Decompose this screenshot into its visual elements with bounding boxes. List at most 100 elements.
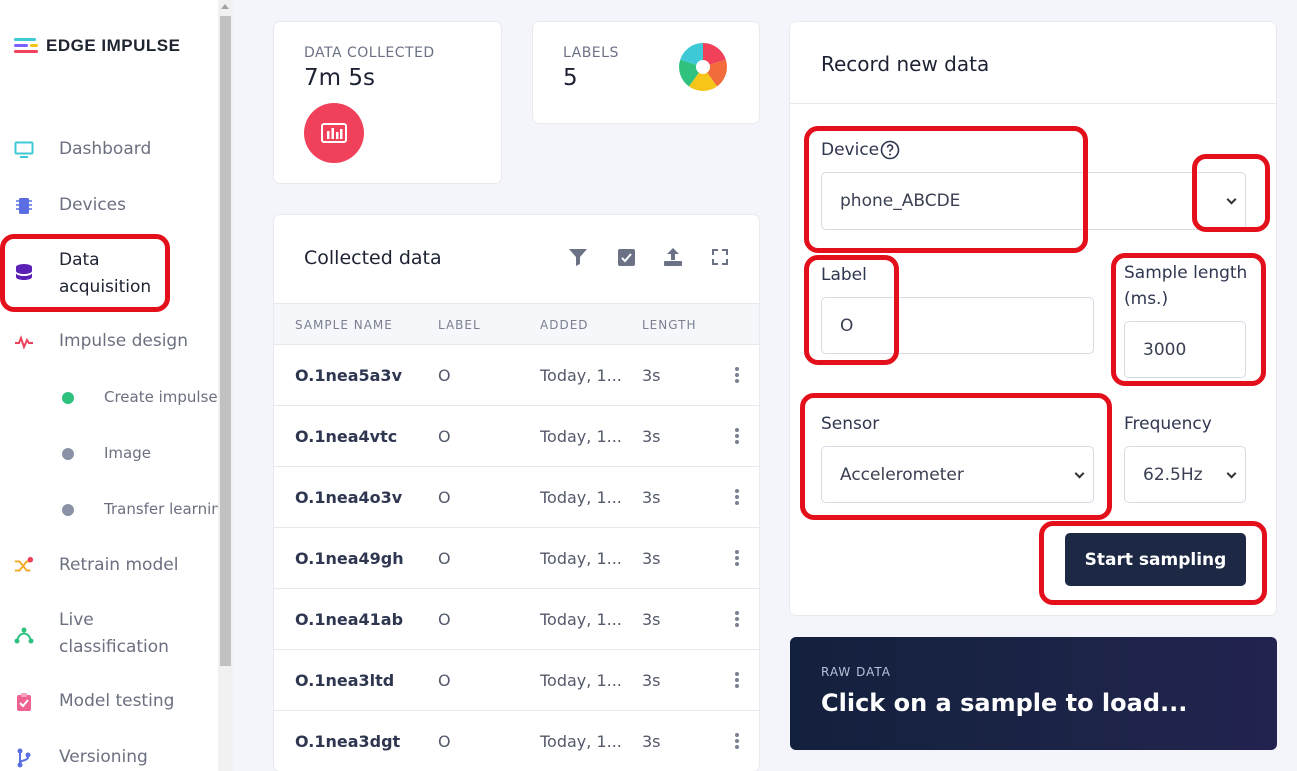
table-row[interactable]: O.1nea49gh O Today, 1... 3s <box>274 528 759 589</box>
labels-label: LABELS <box>563 45 619 61</box>
sidebar-item-impulse-design[interactable]: Impulse design <box>0 328 218 355</box>
frequency-select-value: 62.5Hz <box>1143 464 1203 485</box>
sample-added: Today, 1... <box>540 366 622 385</box>
divider <box>790 103 1276 104</box>
sidebar-item-versioning[interactable]: Versioning <box>0 744 218 771</box>
sample-name: O.1nea4o3v <box>295 488 403 507</box>
sidebar-item-label: Impulse design <box>59 331 188 351</box>
sidebar-item-label: Dashboard <box>59 139 152 159</box>
more-options-icon[interactable] <box>735 672 739 688</box>
sample-added: Today, 1... <box>540 549 622 568</box>
sidebar-subitem-transfer-learning[interactable]: Transfer learning <box>0 498 218 522</box>
table-header: SAMPLE NAME LABEL ADDED LENGTH <box>274 303 759 345</box>
data-collected-label: DATA COLLECTED <box>304 45 435 61</box>
collected-data-title: Collected data <box>304 247 442 269</box>
frequency-label: Frequency <box>1124 414 1212 434</box>
sidebar-item-retrain-model[interactable]: Retrain model <box>0 552 218 579</box>
table-row[interactable]: O.1nea3dgt O Today, 1... 3s <box>274 711 759 771</box>
sample-label: O <box>438 671 451 690</box>
annotation-box-label <box>804 255 899 365</box>
status-dot-icon <box>62 448 74 460</box>
sidebar-subitem-label: Create impulse <box>104 388 218 406</box>
sample-label: O <box>438 549 451 568</box>
sample-length: 3s <box>642 549 661 568</box>
table-row[interactable]: O.1nea4o3v O Today, 1... 3s <box>274 467 759 528</box>
sidebar-item-label: Live classification <box>59 610 169 657</box>
column-header-length[interactable]: LENGTH <box>642 318 696 332</box>
sidebar-subitem-label: Transfer learning <box>104 500 218 518</box>
filter-icon[interactable] <box>568 247 588 267</box>
status-dot-icon <box>62 504 74 516</box>
sidebar-item-model-testing[interactable]: Model testing <box>0 688 218 715</box>
more-options-icon[interactable] <box>735 611 739 627</box>
more-options-icon[interactable] <box>735 428 739 444</box>
monitor-icon <box>14 140 34 160</box>
sidebar-subitem-label: Image <box>104 444 151 462</box>
bar-chart-icon <box>304 103 364 163</box>
sidebar-subitem-image[interactable]: Image <box>0 442 218 466</box>
chip-icon <box>14 196 34 216</box>
sidebar-item-label: Versioning <box>59 747 148 767</box>
more-options-icon[interactable] <box>735 489 739 505</box>
sidebar-item-label: Model testing <box>59 691 175 711</box>
sample-name: O.1nea5a3v <box>295 366 402 385</box>
sample-label: O <box>438 732 451 751</box>
sidebar-item-devices[interactable]: Devices <box>0 192 218 219</box>
column-header-label[interactable]: LABEL <box>438 318 481 332</box>
annotation-box-data-acquisition <box>0 234 170 312</box>
sample-added: Today, 1... <box>540 732 622 751</box>
column-header-sample-name[interactable]: SAMPLE NAME <box>295 318 393 332</box>
data-collected-value: 7m 5s <box>304 65 375 91</box>
collected-data-card: Collected data SAMPLE NAME LABEL ADDED L… <box>274 215 759 771</box>
edge-impulse-logo[interactable]: EDGE IMPULSE <box>14 36 180 56</box>
table-row[interactable]: O.1nea41ab O Today, 1... 3s <box>274 589 759 650</box>
annotation-box-device <box>804 126 1088 253</box>
sample-length: 3s <box>642 732 661 751</box>
fullscreen-icon[interactable] <box>710 247 730 267</box>
labels-value: 5 <box>563 65 578 91</box>
sample-added: Today, 1... <box>540 610 622 629</box>
checkbox-icon[interactable] <box>616 247 636 267</box>
sample-length: 3s <box>642 488 661 507</box>
sample-length: 3s <box>642 366 661 385</box>
status-dot-icon <box>62 392 74 404</box>
table-row[interactable]: O.1nea3ltd O Today, 1... 3s <box>274 650 759 711</box>
raw-data-placeholder: Click on a sample to load... <box>821 689 1188 717</box>
sidebar-subitem-create-impulse[interactable]: Create impulse <box>0 386 218 410</box>
logo-icon <box>14 36 40 56</box>
sidebar-scrollbar[interactable] <box>218 0 233 771</box>
table-row[interactable]: O.1nea4vtc O Today, 1... 3s <box>274 406 759 467</box>
network-icon <box>14 625 34 645</box>
sample-name: O.1nea49gh <box>295 549 404 568</box>
sample-added: Today, 1... <box>540 671 622 690</box>
raw-data-label: RAW DATA <box>821 665 891 679</box>
frequency-select[interactable]: 62.5Hz <box>1124 446 1246 503</box>
pie-chart-icon <box>678 42 728 96</box>
more-options-icon[interactable] <box>735 550 739 566</box>
clipboard-check-icon <box>14 692 34 712</box>
scroll-up-icon[interactable] <box>221 4 229 9</box>
sample-label: O <box>438 366 451 385</box>
sample-added: Today, 1... <box>540 427 622 446</box>
sample-label: O <box>438 427 451 446</box>
sidebar-item-dashboard[interactable]: Dashboard <box>0 136 218 163</box>
sample-name: O.1nea3dgt <box>295 732 401 751</box>
upload-icon[interactable] <box>663 247 683 267</box>
scrollbar-thumb[interactable] <box>220 16 231 666</box>
annotation-box-sensor <box>800 393 1112 520</box>
annotation-box-sample-length <box>1111 253 1266 386</box>
sample-length: 3s <box>642 671 661 690</box>
sample-label: O <box>438 488 451 507</box>
data-collected-card: DATA COLLECTED 7m 5s <box>274 22 501 183</box>
more-options-icon[interactable] <box>735 367 739 383</box>
more-options-icon[interactable] <box>735 733 739 749</box>
sidebar: EDGE IMPULSE Dashboard Devices Data acqu… <box>0 0 218 771</box>
sidebar-item-live-classification[interactable]: Live classification <box>0 607 218 661</box>
shuffle-icon <box>14 556 34 576</box>
labels-card: LABELS 5 <box>533 22 759 123</box>
chevron-down-icon <box>1226 468 1237 479</box>
column-header-added[interactable]: ADDED <box>540 318 589 332</box>
annotation-box-device-dropdown <box>1192 154 1270 232</box>
table-row[interactable]: O.1nea5a3v O Today, 1... 3s <box>274 345 759 406</box>
sample-name: O.1nea41ab <box>295 610 404 629</box>
